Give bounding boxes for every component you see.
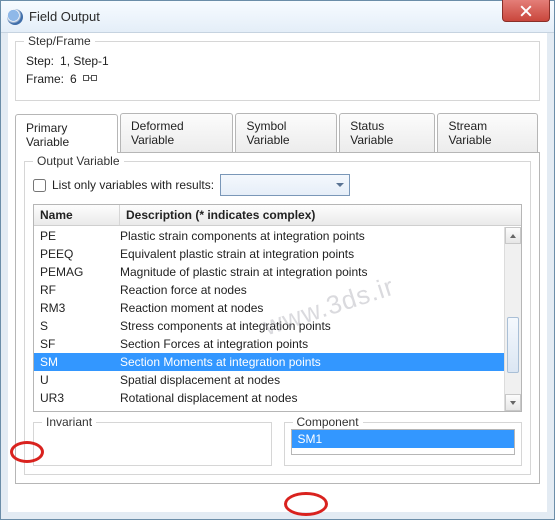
bottom-groups: Invariant Component SM1 xyxy=(33,422,522,466)
window-title: Field Output xyxy=(29,9,100,24)
row-description: Equivalent plastic strain at integration… xyxy=(120,247,504,261)
invariant-group: Invariant xyxy=(33,422,272,466)
frame-value: 6 xyxy=(70,72,77,86)
row-description: Section Moments at integration points xyxy=(120,355,504,369)
variable-rows[interactable]: PEPlastic strain components at integrati… xyxy=(34,227,504,411)
table-row[interactable]: RFReaction force at nodes xyxy=(34,281,504,299)
table-row[interactable]: PEMAGMagnitude of plastic strain at inte… xyxy=(34,263,504,281)
tabs: Primary Variable Deformed Variable Symbo… xyxy=(15,113,540,153)
row-name: PEEQ xyxy=(34,247,120,261)
row-name: S xyxy=(34,319,120,333)
table-row[interactable]: RM3Reaction moment at nodes xyxy=(34,299,504,317)
row-description: Reaction moment at nodes xyxy=(120,301,504,315)
row-name: SM xyxy=(34,355,120,369)
row-description: Plastic strain components at integration… xyxy=(120,229,504,243)
step-frame-legend: Step/Frame xyxy=(24,34,95,48)
row-name: PEMAG xyxy=(34,265,120,279)
output-variable-group: Output Variable List only variables with… xyxy=(24,161,531,475)
table-row[interactable]: SStress components at integration points xyxy=(34,317,504,335)
variable-table-header: Name Description (* indicates complex) xyxy=(34,205,521,226)
column-header-name[interactable]: Name xyxy=(34,205,120,225)
step-label: Step: xyxy=(26,54,54,68)
table-row[interactable]: UR3Rotational displacement at nodes xyxy=(34,389,504,407)
component-list[interactable]: SM1 xyxy=(291,429,516,455)
scrollbar[interactable] xyxy=(504,227,521,411)
row-name: U xyxy=(34,373,120,387)
row-description: Stress components at integration points xyxy=(120,319,504,333)
scroll-thumb[interactable] xyxy=(507,317,519,373)
table-row[interactable]: SMSection Moments at integration points xyxy=(34,353,504,371)
titlebar[interactable]: Field Output xyxy=(1,1,554,33)
variable-table: Name Description (* indicates complex) P… xyxy=(33,204,522,412)
row-description: Rotational displacement at nodes xyxy=(120,391,504,405)
scroll-up-button[interactable] xyxy=(505,227,521,244)
row-name: SF xyxy=(34,337,120,351)
filter-row: List only variables with results: xyxy=(33,174,522,196)
close-button[interactable] xyxy=(502,0,550,22)
row-name: RF xyxy=(34,283,120,297)
column-header-description[interactable]: Description (* indicates complex) xyxy=(120,205,521,225)
step-line: Step: 1, Step-1 xyxy=(26,54,529,68)
component-legend: Component xyxy=(293,415,363,429)
component-item[interactable]: SM1 xyxy=(292,430,515,448)
close-icon xyxy=(520,5,532,17)
table-row[interactable]: SFSection Forces at integration points xyxy=(34,335,504,353)
list-only-checkbox[interactable] xyxy=(33,179,46,192)
row-name: RM3 xyxy=(34,301,120,315)
tab-primary-variable[interactable]: Primary Variable xyxy=(15,114,118,153)
table-row[interactable]: USpatial displacement at nodes xyxy=(34,371,504,389)
tab-deformed-variable[interactable]: Deformed Variable xyxy=(120,113,233,152)
frame-line: Frame: 6 xyxy=(26,72,529,86)
row-description: Magnitude of plastic strain at integrati… xyxy=(120,265,504,279)
frame-label: Frame: xyxy=(26,72,64,86)
tab-status-variable[interactable]: Status Variable xyxy=(339,113,435,152)
results-combo[interactable] xyxy=(220,174,350,196)
tab-body: Output Variable List only variables with… xyxy=(15,153,540,484)
row-description: Reaction force at nodes xyxy=(120,283,504,297)
dialog-body: Step/Frame Step: 1, Step-1 Frame: 6 Prim… xyxy=(15,41,540,511)
app-icon xyxy=(7,9,23,25)
step-frame-group: Step/Frame Step: 1, Step-1 Frame: 6 xyxy=(15,41,540,101)
tab-stream-variable[interactable]: Stream Variable xyxy=(437,113,538,152)
row-description: Spatial displacement at nodes xyxy=(120,373,504,387)
output-variable-legend: Output Variable xyxy=(33,154,124,168)
table-row[interactable]: PEPlastic strain components at integrati… xyxy=(34,227,504,245)
scroll-down-button[interactable] xyxy=(505,394,521,411)
step-value: 1, Step-1 xyxy=(60,54,109,68)
row-name: UR3 xyxy=(34,391,120,405)
tab-symbol-variable[interactable]: Symbol Variable xyxy=(235,113,337,152)
component-group: Component SM1 xyxy=(284,422,523,466)
row-description: Section Forces at integration points xyxy=(120,337,504,351)
list-only-label: List only variables with results: xyxy=(52,178,214,192)
row-name: PE xyxy=(34,229,120,243)
dialog-field-output: Field Output Step/Frame Step: 1, Step-1 … xyxy=(0,0,555,520)
invariant-legend: Invariant xyxy=(42,415,96,429)
table-row[interactable]: PEEQEquivalent plastic strain at integra… xyxy=(34,245,504,263)
frame-selector-icon[interactable] xyxy=(83,73,97,85)
